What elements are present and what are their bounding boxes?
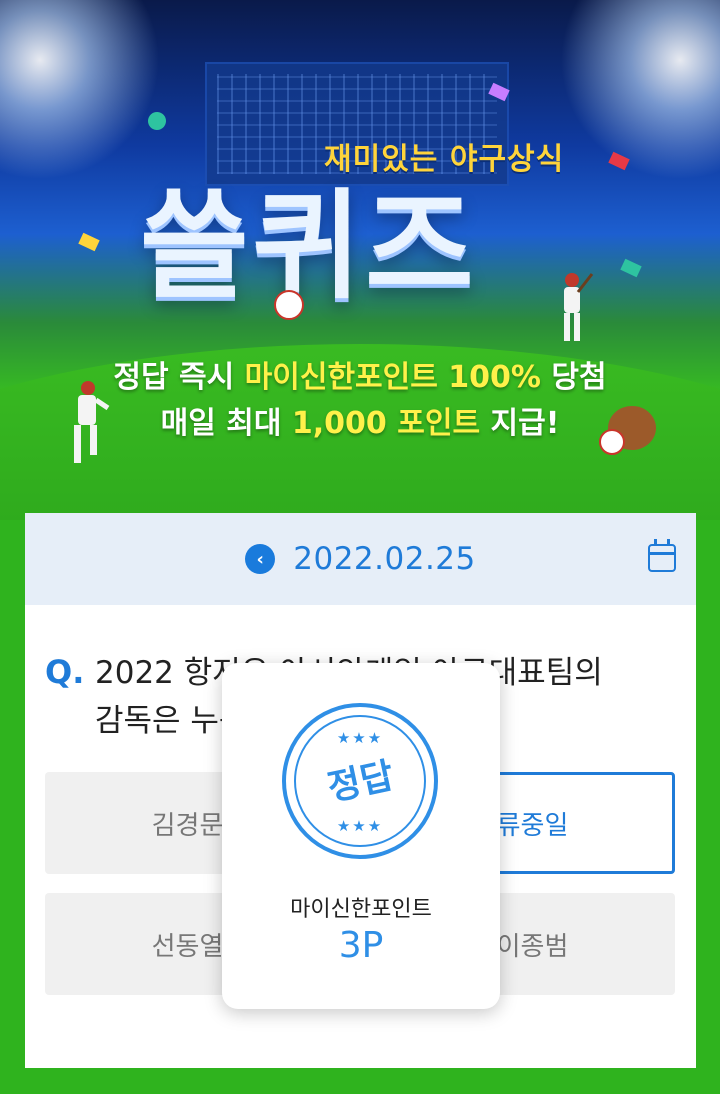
date-navigation: ‹ 2022.02.25 [25,513,696,605]
confetti-decoration [78,232,100,252]
baseball-icon [274,290,304,320]
calendar-icon[interactable] [648,539,676,572]
quiz-date: 2022.02.25 [293,541,476,577]
correct-stamp-icon: ★★★ 정답 ★★★ [282,703,438,859]
question-prefix: Q. [45,653,85,691]
quiz-banner: 재미있는 야구상식 쓸퀴즈 정답 즉시 마이신한포인트 100% 당첨 매일 최… [0,0,720,520]
result-popup[interactable]: ★★★ 정답 ★★★ 마이신한포인트 3P [222,663,500,1009]
reward-label: 마이신한포인트 [290,897,432,922]
promo-line-2: 매일 최대 1,000 포인트 지급! [160,406,560,441]
stars-bottom: ★★★ [336,817,384,835]
confetti-decoration [620,258,642,278]
reward-value: 3P [338,925,384,966]
batter-illustration [564,273,594,341]
promo-line-1: 정답 즉시 마이신한포인트 100% 당첨 [113,360,607,395]
banner-title: 쓸퀴즈 [140,177,478,315]
chevron-left-icon[interactable]: ‹ [245,544,276,574]
stadium-lights-right [540,0,720,200]
